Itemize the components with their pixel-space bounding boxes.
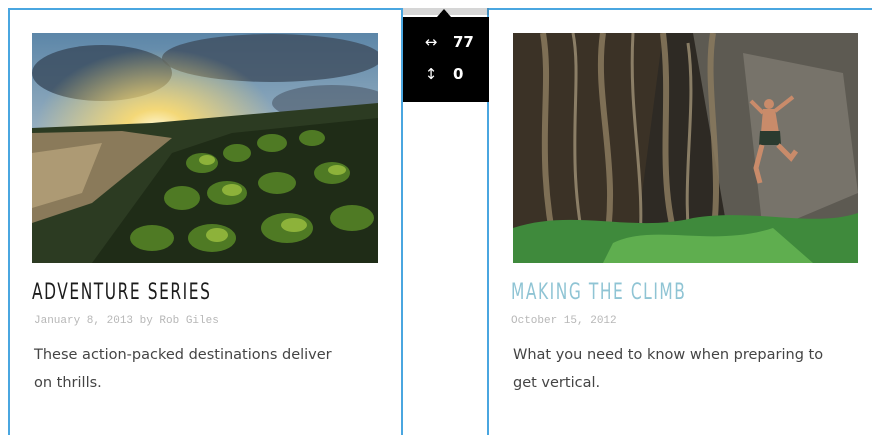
- vertical-spacing-row: ↕ 0: [421, 65, 464, 83]
- horizontal-spacing-value: 77: [453, 33, 474, 51]
- card-description: These action-packed destinations deliver…: [34, 347, 332, 391]
- vertical-arrow-icon: ↕: [424, 65, 438, 83]
- tooltip-pointer: [437, 9, 451, 17]
- card-date: October 15, 2012: [511, 315, 617, 327]
- rock-climber-photo[interactable]: [513, 33, 858, 263]
- card-title[interactable]: Making the Climb: [511, 280, 686, 305]
- card-description: What you need to know when preparing to …: [513, 347, 824, 391]
- vertical-spacing-value: 0: [453, 65, 464, 83]
- article-card-adventure-series[interactable]: Adventure Series January 8, 2013 by Rob …: [8, 8, 403, 435]
- horizontal-arrow-icon: ↔: [424, 33, 438, 51]
- horizontal-spacing-row: ↔ 77: [421, 33, 474, 51]
- card-date: January 8, 2013 by Rob Giles: [34, 315, 219, 327]
- article-card-making-the-climb[interactable]: Making the Climb October 15, 2012 What y…: [487, 8, 872, 435]
- spacing-tooltip: ↔ 77 ↕ 0: [403, 17, 489, 102]
- card-title[interactable]: Adventure Series: [32, 280, 211, 305]
- sunset-coastal-photo[interactable]: [32, 33, 378, 263]
